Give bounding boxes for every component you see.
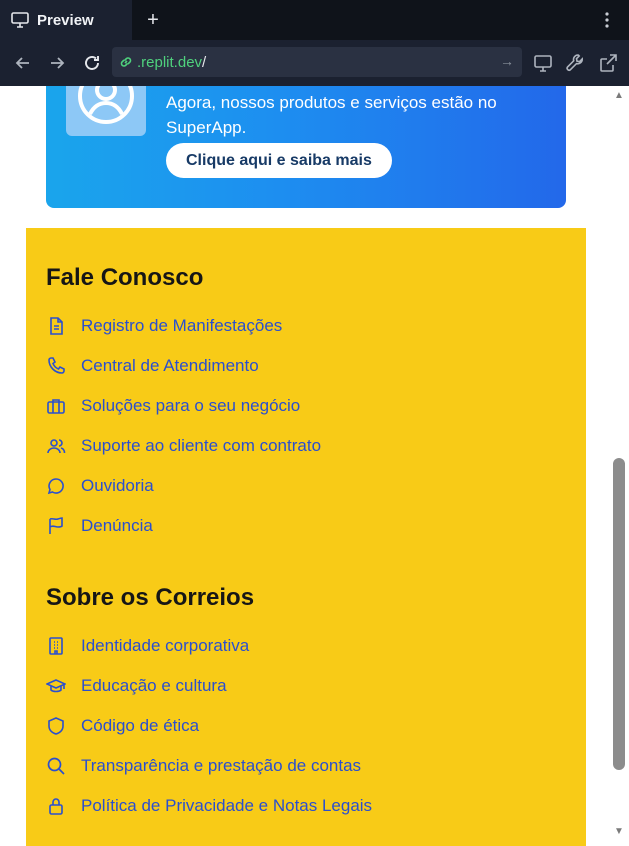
- building-icon: [46, 636, 66, 656]
- address-bar-row: .replit.dev / →: [0, 40, 629, 86]
- go-arrow-icon[interactable]: →: [500, 53, 514, 69]
- link-registro-manifestacoes[interactable]: Registro de Manifestações: [46, 314, 282, 338]
- sobre-correios-title: Sobre os Correios: [46, 584, 255, 611]
- monitor-icon: [11, 12, 29, 28]
- phone-icon: [46, 356, 66, 376]
- user-avatar-icon: [66, 86, 146, 136]
- link-identidade-corporativa[interactable]: Identidade corporativa: [46, 634, 249, 658]
- link-politica-privacidade[interactable]: Política de Privacidade e Notas Legais: [46, 794, 372, 818]
- url-path: /: [202, 53, 207, 71]
- scrollbar-thumb[interactable]: [613, 458, 625, 770]
- link-label: Transparência e prestação de contas: [81, 756, 362, 775]
- document-icon: [46, 316, 66, 336]
- page-viewport: Agora, nossos produtos e serviços estão …: [0, 86, 629, 846]
- graduation-cap-icon: [46, 676, 66, 696]
- scroll-up-arrow-icon[interactable]: ▲: [613, 90, 625, 102]
- superapp-banner: Agora, nossos produtos e serviços estão …: [46, 86, 566, 208]
- link-suporte-cliente[interactable]: Suporte ao cliente com contrato: [46, 434, 321, 458]
- link-educacao-cultura[interactable]: Educação e cultura: [46, 674, 227, 698]
- browser-tab-bar: Preview +: [0, 0, 629, 40]
- external-link-icon[interactable]: [597, 52, 619, 74]
- link-label: Educação e cultura: [81, 676, 227, 695]
- banner-text: Agora, nossos produtos e serviços estão …: [166, 93, 497, 137]
- briefcase-icon: [46, 396, 66, 416]
- tab-title: Preview: [37, 11, 94, 29]
- more-options-icon[interactable]: [600, 9, 614, 31]
- link-label: Denúncia: [81, 516, 153, 535]
- link-codigo-etica[interactable]: Código de ética: [46, 714, 199, 738]
- reload-icon[interactable]: [81, 52, 103, 74]
- chat-bubble-icon: [46, 476, 66, 496]
- url-host: .replit.dev: [137, 53, 203, 71]
- link-icon: [120, 57, 132, 67]
- page-gutter: [0, 86, 26, 846]
- new-tab-button[interactable]: +: [144, 9, 162, 31]
- page-content: Agora, nossos produtos e serviços estão …: [26, 86, 586, 846]
- link-label: Identidade corporativa: [81, 636, 250, 655]
- link-central-atendimento[interactable]: Central de Atendimento: [46, 354, 259, 378]
- wrench-icon[interactable]: [564, 52, 586, 74]
- link-label: Política de Privacidade e Notas Legais: [81, 796, 373, 815]
- link-transparencia[interactable]: Transparência e prestação de contas: [46, 754, 361, 778]
- footer-section: Fale Conosco Registro de Manifestações C…: [26, 228, 586, 846]
- link-solucoes-negocio[interactable]: Soluções para o seu negócio: [46, 394, 300, 418]
- link-label: Registro de Manifestações: [81, 316, 283, 335]
- shield-icon: [46, 716, 66, 736]
- url-field[interactable]: .replit.dev / →: [112, 47, 522, 77]
- link-denuncia[interactable]: Denúncia: [46, 514, 153, 538]
- fale-conosco-title: Fale Conosco: [46, 264, 204, 291]
- learn-more-button[interactable]: Clique aqui e saiba mais: [166, 143, 392, 178]
- link-label: Soluções para o seu negócio: [81, 396, 301, 415]
- tab-preview[interactable]: Preview: [0, 0, 132, 40]
- search-icon: [46, 756, 66, 776]
- flag-icon: [46, 516, 66, 536]
- link-label: Ouvidoria: [81, 476, 154, 495]
- link-label: Suporte ao cliente com contrato: [81, 436, 322, 455]
- scroll-down-arrow-icon[interactable]: ▼: [613, 826, 625, 838]
- forward-arrow-icon[interactable]: [46, 52, 68, 74]
- link-label: Código de ética: [81, 716, 200, 735]
- lock-icon: [46, 796, 66, 816]
- users-icon: [46, 436, 66, 456]
- devices-icon[interactable]: [532, 52, 554, 74]
- back-arrow-icon[interactable]: [12, 52, 34, 74]
- link-ouvidoria[interactable]: Ouvidoria: [46, 474, 154, 498]
- link-label: Central de Atendimento: [81, 356, 259, 375]
